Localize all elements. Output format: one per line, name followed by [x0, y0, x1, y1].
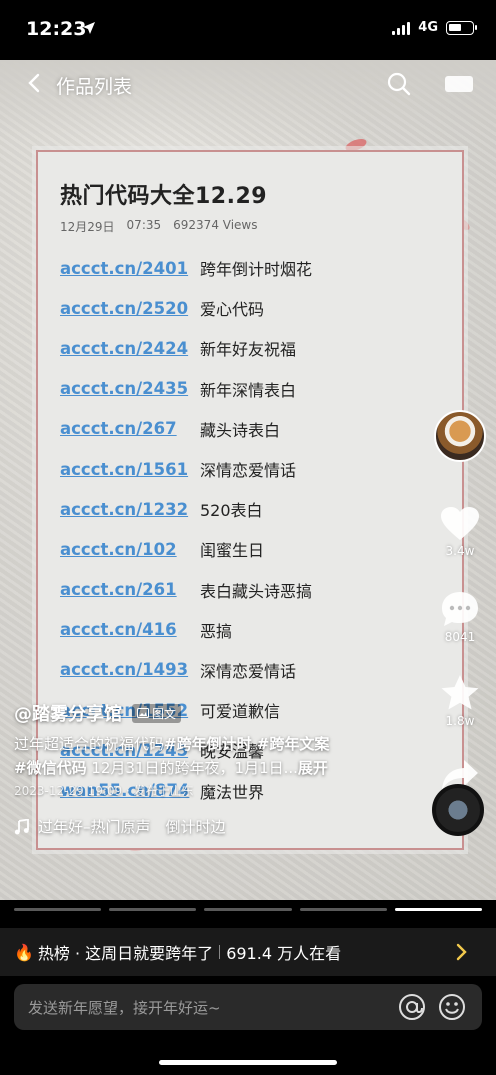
location-arrow-icon	[83, 22, 95, 34]
card-date: 12月29日	[60, 220, 115, 234]
code-description: 深情恋爱情话	[200, 461, 297, 481]
code-list-item: accct.cn/1561 深情恋爱情话	[60, 449, 460, 489]
code-description: 跨年倒计时烟花	[200, 260, 313, 280]
post-description: 过年超适合的祝福代码#跨年倒计时 #跨年文案 #微信代码 12月31日的跨年夜，…	[14, 732, 414, 780]
hashtag-link[interactable]: #微信代码	[14, 759, 87, 777]
progress-segment	[109, 908, 197, 911]
status-bar: 12:23 4G	[0, 0, 496, 60]
more-icon[interactable]	[444, 74, 474, 94]
search-icon[interactable]	[386, 71, 412, 97]
code-link[interactable]: accct.cn/2401	[60, 259, 200, 278]
code-description: 深情恋爱情话	[200, 661, 297, 681]
fire-icon: 🔥	[14, 942, 34, 962]
code-link[interactable]: accct.cn/2435	[60, 379, 200, 398]
post-caption: @踏雾分享馆 图文 过年超适合的祝福代码#跨年倒计时 #跨年文案 #微信代码 1…	[14, 700, 414, 799]
status-time: 12:23	[26, 18, 87, 40]
network-type: 4G	[418, 20, 438, 35]
heart-icon	[441, 507, 479, 540]
comment-icon	[442, 592, 478, 626]
star-icon	[441, 675, 479, 710]
code-list-item: accct.cn/416 恶搞	[60, 610, 460, 650]
code-link[interactable]: accct.cn/102	[60, 540, 200, 559]
progress-segment	[394, 908, 483, 911]
code-list-item: accct.cn/1232 520表白	[60, 489, 460, 529]
comment-placeholder: 发送新年愿望，接开年好运~	[28, 999, 221, 1017]
battery-icon	[446, 20, 477, 35]
code-link[interactable]: accct.cn/2424	[60, 339, 200, 358]
expand-link[interactable]: 展开	[298, 759, 328, 777]
progress-segment	[299, 908, 387, 911]
back-icon[interactable]	[24, 72, 46, 94]
code-description: 闺蜜生日	[200, 541, 265, 561]
favorite-count: 1.8w	[445, 714, 475, 728]
card-views: 692374 Views	[173, 218, 258, 232]
desc-text: 过年超适合的祝福代码	[14, 735, 165, 753]
code-link[interactable]: accct.cn/267	[60, 419, 200, 438]
comment-input[interactable]: 发送新年愿望，接开年好运~	[14, 984, 482, 1030]
image-text-badge: 图文	[132, 703, 182, 723]
page-title: 作品列表	[56, 76, 133, 98]
card-time: 07:35	[126, 218, 162, 232]
code-list-item: accct.cn/2424 新年好友祝福	[60, 328, 460, 368]
home-indicator	[159, 1060, 337, 1065]
comment-count: 8041	[444, 630, 476, 644]
comment-button[interactable]: 8041	[432, 590, 488, 644]
code-description: 表白藏头诗恶搞	[200, 581, 313, 601]
author-avatar[interactable]	[434, 410, 486, 462]
code-link[interactable]: accct.cn/1493	[60, 660, 200, 679]
image-icon	[137, 708, 149, 718]
card-meta: 12月29日 07:35 692374 Views	[60, 218, 258, 235]
code-list-item: accct.cn/267 藏头诗表白	[60, 409, 460, 449]
progress-segment	[14, 908, 102, 911]
progress-segment	[204, 908, 292, 911]
code-list-item: accct.cn/2435 新年深情表白	[60, 369, 460, 409]
author-name[interactable]: @踏雾分享馆	[14, 700, 122, 726]
card-title: 热门代码大全12.29	[60, 184, 268, 209]
code-list-item: accct.cn/1493 深情恋爱情话	[60, 650, 460, 690]
hashtag-links[interactable]: #跨年倒计时 #跨年文案	[164, 735, 329, 753]
like-button[interactable]: 3.4w	[432, 506, 488, 558]
code-list-item: accct.cn/2401 跨年倒计时烟花	[60, 248, 460, 288]
music-note-icon	[14, 818, 29, 834]
like-count: 3.4w	[445, 544, 475, 558]
favorite-button[interactable]: 1.8w	[432, 674, 488, 728]
code-link[interactable]: accct.cn/1561	[60, 460, 200, 479]
top-nav: 作品列表	[0, 60, 496, 110]
code-list-item: accct.cn/2520 爱心代码	[60, 288, 460, 328]
chevron-right-icon	[456, 943, 467, 961]
hot-list-bar[interactable]: 🔥 热榜 · 这周日就要跨年了 691.4 万人在看	[0, 928, 496, 976]
code-description: 爱心代码	[200, 300, 265, 320]
hot-viewers: 691.4 万人在看	[226, 944, 342, 963]
code-description: 新年深情表白	[200, 380, 297, 400]
desc-text-2: 12月31日的跨年夜，1月1日...	[86, 759, 298, 777]
signal-icon	[392, 21, 411, 35]
code-description: 恶搞	[200, 621, 233, 641]
post-timestamp: 2023-12-29 19:09 · 发布于山东	[14, 784, 194, 798]
hot-label: 热榜 · 这周日就要跨年了	[37, 944, 214, 963]
code-list-item: accct.cn/261 表白藏头诗恶搞	[60, 570, 460, 610]
emoji-icon[interactable]	[438, 993, 466, 1021]
code-link[interactable]: accct.cn/2520	[60, 299, 200, 318]
code-link[interactable]: accct.cn/416	[60, 620, 200, 639]
code-link[interactable]: accct.cn/261	[60, 580, 200, 599]
code-list-item: accct.cn/102 闺蜜生日	[60, 529, 460, 569]
music-disc[interactable]	[432, 784, 484, 836]
music-title: 过年好–热门原声 倒计时边	[38, 818, 226, 836]
music-row[interactable]: 过年好–热门原声 倒计时边	[14, 816, 226, 837]
code-description: 520表白	[200, 501, 263, 521]
code-link[interactable]: accct.cn/1232	[60, 500, 200, 519]
badge-label: 图文	[152, 706, 177, 721]
code-description: 藏头诗表白	[200, 420, 281, 440]
at-icon[interactable]	[398, 993, 426, 1021]
code-description: 新年好友祝福	[200, 340, 297, 360]
image-progress	[14, 908, 483, 911]
